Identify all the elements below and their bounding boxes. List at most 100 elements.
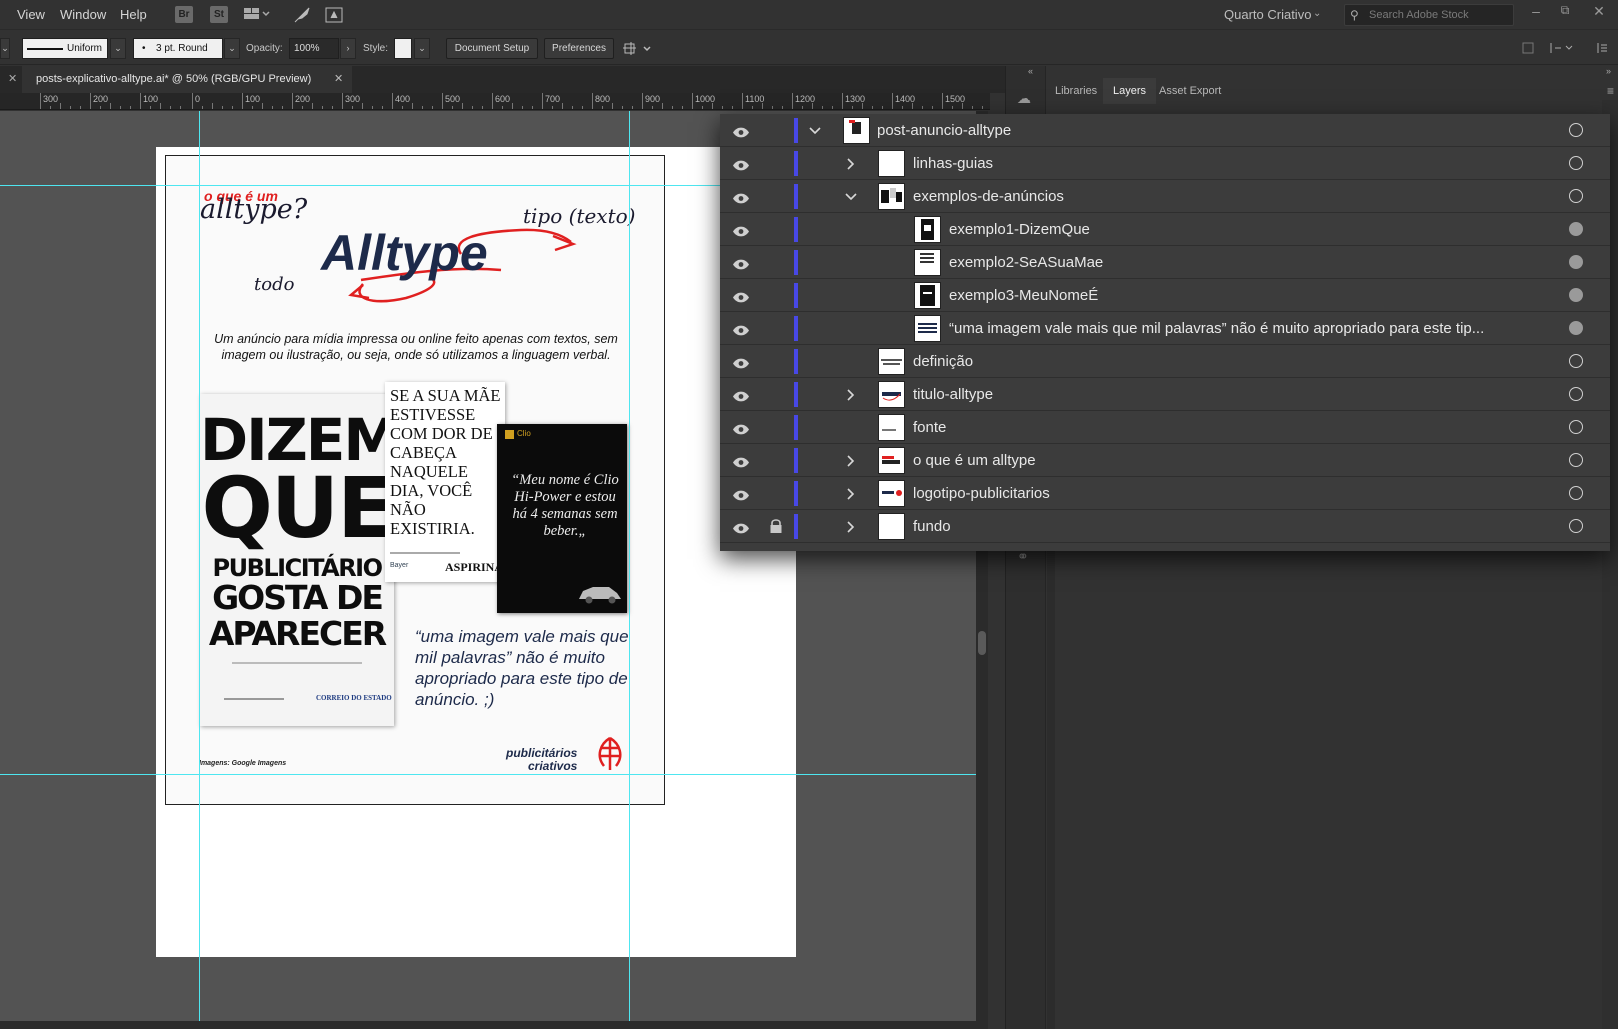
- lock-toggle[interactable]: [768, 287, 784, 303]
- layer-row[interactable]: exemplo2-SeASuaMae: [720, 246, 1610, 279]
- brush-chevron-icon[interactable]: ⌄: [224, 38, 240, 59]
- arrange-icon[interactable]: [623, 42, 653, 61]
- eye-icon[interactable]: [732, 323, 750, 336]
- libraries-icon[interactable]: ☁: [1017, 90, 1031, 107]
- layer-name[interactable]: post-anuncio-alltype: [877, 122, 1011, 139]
- brush-select[interactable]: • 3 pt. Round: [133, 38, 223, 59]
- close-document-icon[interactable]: ✕: [334, 66, 343, 93]
- lock-toggle[interactable]: [768, 419, 784, 435]
- lock-toggle[interactable]: [768, 386, 784, 402]
- stroke-profile-chevron-icon[interactable]: ⌄: [110, 38, 126, 59]
- fill-dropdown[interactable]: ⌄: [0, 38, 10, 59]
- layer-target-icon[interactable]: [1569, 387, 1583, 401]
- guide-horizontal[interactable]: [0, 774, 988, 775]
- quote-text[interactable]: “uma imagem vale mais que mil palavras” …: [415, 626, 645, 710]
- chevron-down-icon[interactable]: [808, 124, 822, 138]
- label-todo[interactable]: todo: [254, 274, 294, 295]
- ad-example-dizem-que[interactable]: DIZEM QUE PUBLICITÁRIO GOSTA DE APARECER…: [200, 394, 394, 726]
- menu-window[interactable]: Window: [60, 7, 106, 22]
- layer-row[interactable]: fundo: [720, 510, 1610, 543]
- layer-target-icon[interactable]: [1569, 156, 1583, 170]
- ad-example-meu-nome[interactable]: Clio “Meu nome é Clio Hi-Power e estou h…: [497, 424, 627, 613]
- gpu-rocket-icon[interactable]: [293, 6, 311, 29]
- tab-asset-export[interactable]: Asset Export: [1149, 78, 1231, 104]
- preferences-button[interactable]: Preferences: [544, 38, 614, 59]
- layer-target-icon[interactable]: [1569, 288, 1583, 302]
- eye-icon[interactable]: [732, 125, 750, 138]
- horizontal-ruler[interactable]: 300 200 100 0 100 200 300 400 500 600 700 800 900 100…: [0, 93, 990, 110]
- stock-button[interactable]: St: [210, 6, 228, 23]
- panel-options-icon[interactable]: [1521, 40, 1611, 61]
- layer-target-icon[interactable]: [1569, 255, 1583, 269]
- layer-name[interactable]: o que é um alltype: [913, 452, 1036, 469]
- opacity-arrow-icon[interactable]: ›: [340, 38, 356, 59]
- layer-name[interactable]: exemplos-de-anúncios: [913, 188, 1064, 205]
- eye-icon[interactable]: [732, 158, 750, 171]
- lock-icon[interactable]: [768, 518, 784, 534]
- layer-name[interactable]: titulo-alltype: [913, 386, 993, 403]
- layer-name[interactable]: fundo: [913, 518, 951, 535]
- layer-row[interactable]: exemplo1-DizemQue: [720, 213, 1610, 246]
- tab-libraries[interactable]: Libraries: [1045, 78, 1107, 104]
- guide-vertical[interactable]: [199, 111, 200, 1021]
- eye-icon[interactable]: [732, 257, 750, 270]
- layer-row[interactable]: linhas-guias: [720, 147, 1610, 180]
- layer-row[interactable]: exemplos-de-anúncios: [720, 180, 1610, 213]
- lock-toggle[interactable]: [768, 155, 784, 171]
- menu-view[interactable]: View: [17, 7, 45, 22]
- artwork-frame[interactable]: o que é um alltype? Alltype tipo (texto)…: [165, 155, 665, 805]
- layer-target-icon[interactable]: [1569, 519, 1583, 533]
- eye-icon[interactable]: [732, 356, 750, 369]
- panel-menu-icon[interactable]: ≡: [1607, 84, 1614, 98]
- eye-icon[interactable]: [732, 422, 750, 435]
- workspace-switcher[interactable]: Quarto Criativo: [1224, 7, 1311, 22]
- lock-toggle[interactable]: [768, 122, 784, 138]
- menu-help[interactable]: Help: [120, 7, 147, 22]
- chevron-right-icon[interactable]: [844, 520, 858, 534]
- layer-row[interactable]: o que é um alltype: [720, 444, 1610, 477]
- layer-target-icon[interactable]: [1569, 453, 1583, 467]
- layer-target-icon[interactable]: [1569, 486, 1583, 500]
- layer-row[interactable]: definição: [720, 345, 1610, 378]
- chevron-right-icon[interactable]: [844, 487, 858, 501]
- chevron-down-icon[interactable]: [844, 190, 858, 204]
- layer-name[interactable]: exemplo3-MeuNomeÉ: [949, 287, 1098, 304]
- style-chevron-icon[interactable]: ⌄: [414, 38, 430, 59]
- credit-text[interactable]: Imagens: Google Imagens: [199, 760, 286, 767]
- eye-icon[interactable]: [732, 488, 750, 501]
- stroke-profile-select[interactable]: Uniform: [22, 38, 108, 59]
- layer-row[interactable]: titulo-alltype: [720, 378, 1610, 411]
- layer-target-icon[interactable]: [1569, 222, 1583, 236]
- eye-icon[interactable]: [732, 224, 750, 237]
- lock-toggle[interactable]: [768, 452, 784, 468]
- layer-target-icon[interactable]: [1569, 420, 1583, 434]
- layer-target-icon[interactable]: [1569, 189, 1583, 203]
- restore-icon[interactable]: ⧉: [1556, 3, 1574, 21]
- layer-name[interactable]: logotipo-publicitarios: [913, 485, 1050, 502]
- eye-icon[interactable]: [732, 290, 750, 303]
- document-tab[interactable]: posts-explicativo-alltype.ai* @ 50% (RGB…: [22, 66, 352, 93]
- chevron-down-icon[interactable]: ⌄: [1313, 8, 1321, 19]
- collapse-panels-icon[interactable]: «: [1028, 66, 1033, 76]
- layer-name[interactable]: linhas-guias: [913, 155, 993, 172]
- lock-toggle[interactable]: [768, 254, 784, 270]
- guide-vertical[interactable]: [629, 111, 630, 1021]
- layer-name[interactable]: “uma imagem vale mais que mil palavras” …: [949, 320, 1484, 337]
- layer-name[interactable]: fonte: [913, 419, 946, 436]
- opacity-input[interactable]: 100%: [289, 38, 339, 59]
- lock-toggle[interactable]: [768, 353, 784, 369]
- lock-toggle[interactable]: [768, 320, 784, 336]
- expand-panels-icon[interactable]: »: [1606, 66, 1611, 76]
- arrange-documents-icon[interactable]: [244, 7, 270, 21]
- canvas-scroll-thumb[interactable]: [978, 631, 986, 655]
- chevron-right-icon[interactable]: [844, 157, 858, 171]
- lock-toggle[interactable]: [768, 221, 784, 237]
- layer-row[interactable]: post-anuncio-alltype: [720, 114, 1610, 147]
- alltype-logo[interactable]: Alltype: [321, 224, 488, 282]
- layer-row[interactable]: logotipo-publicitarios: [720, 477, 1610, 510]
- layer-target-icon[interactable]: [1569, 354, 1583, 368]
- layer-target-icon[interactable]: [1569, 321, 1583, 335]
- close-icon[interactable]: ✕: [1590, 3, 1608, 21]
- layer-name[interactable]: exemplo2-SeASuaMae: [949, 254, 1103, 271]
- layer-row[interactable]: exemplo3-MeuNomeÉ: [720, 279, 1610, 312]
